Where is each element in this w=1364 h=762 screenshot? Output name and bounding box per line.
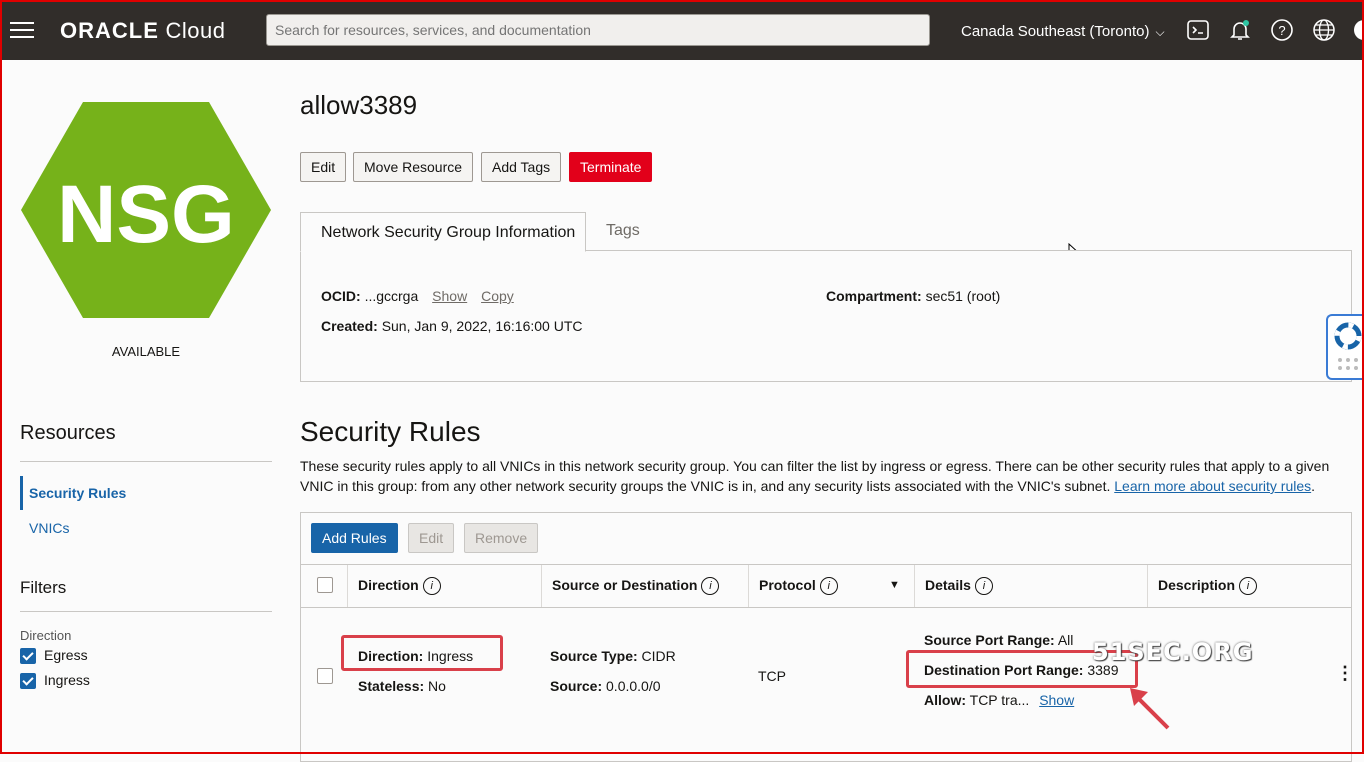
security-rules-heading: Security Rules [300,416,481,447]
column-details[interactable]: Details i [914,565,1147,607]
info-icon[interactable]: i [819,577,838,596]
ocid-field: OCID: ...gccrga Show Copy [321,288,514,304]
stateless-cell: Stateless: No [358,678,446,694]
remove-rule-button: Remove [464,523,539,553]
info-icon[interactable]: i [422,577,441,596]
source-cell: Source: 0.0.0.0/0 [550,678,661,694]
cloud-shell-icon[interactable] [1186,18,1210,42]
status-label: AVAILABLE [111,344,181,359]
sort-down-icon[interactable]: ▼ [889,565,900,605]
resource-item-security-rules[interactable]: Security Rules [20,476,270,510]
chevron-down-icon: ⌵ [1155,25,1165,39]
column-protocol[interactable]: Protocol i ▼ [748,565,914,607]
notifications-icon[interactable] [1228,18,1252,42]
edit-button[interactable]: Edit [300,152,347,182]
divider [20,461,272,462]
menu-icon[interactable] [10,22,34,38]
divider [20,611,272,612]
lifebuoy-icon [1334,322,1362,370]
resource-item-vnics[interactable]: VNICs [29,520,69,536]
info-icon[interactable]: i [974,577,993,596]
ocid-copy-link[interactable]: Copy [481,288,514,304]
help-icon[interactable]: ? [1270,18,1294,42]
table-header: Direction i Source or Destination i Protoc… [301,564,1351,608]
language-icon[interactable] [1312,18,1336,42]
source-type-cell: Source Type: CIDR [550,648,676,664]
info-icon[interactable]: i [1239,577,1258,596]
checkbox-checked-icon [20,648,36,665]
filters-heading: Filters [20,578,67,597]
info-icon[interactable]: i [701,577,720,596]
column-direction[interactable]: Direction i [347,565,541,607]
search-input[interactable] [266,14,930,46]
row-checkbox[interactable] [317,668,333,684]
top-navigation-bar: ORACLE Cloud Canada Southeast (Toronto)⌵… [0,0,1364,60]
resources-heading: Resources [20,422,116,444]
watermark-text: 51SEC.ORG [1092,638,1254,666]
protocol-cell: TCP [758,668,786,684]
highlight-box-direction [341,635,503,671]
filter-ingress-checkbox[interactable]: Ingress [20,672,90,690]
filter-egress-checkbox[interactable]: Egress [20,647,88,665]
ocid-show-link[interactable]: Show [432,288,467,304]
security-rules-description: These security rules apply to all VNICs … [300,458,1330,494]
nsg-info-panel: OCID: ...gccrga Show Copy Created: Sun, … [300,250,1352,382]
created-field: Created: Sun, Jan 9, 2022, 16:16:00 UTC [321,318,583,334]
allow-cell: Allow: TCP tra... Show [924,692,1075,708]
compartment-field: Compartment: sec51 (root) [826,288,1001,304]
source-port-range-cell: Source Port Range: All [924,632,1074,648]
row-actions-menu-icon[interactable]: ⋮ [1336,664,1354,682]
edit-rule-button: Edit [408,523,455,553]
region-selector[interactable]: Canada Southeast (Toronto) ⌵ [961,23,1165,40]
oracle-cloud-logo[interactable]: ORACLE Cloud [60,18,225,44]
move-resource-button[interactable]: Move Resource [353,152,474,182]
add-tags-button[interactable]: Add Tags [481,152,562,182]
annotation-arrow-icon [1130,688,1170,730]
column-source-destination[interactable]: Source or Destination i [541,565,748,607]
page-title: allow3389 [300,90,418,120]
profile-icon[interactable] [1352,18,1364,42]
add-rules-button[interactable]: Add Rules [311,523,398,553]
tab-tags[interactable]: Tags [606,222,640,240]
column-description[interactable]: Description i [1147,565,1351,607]
learn-more-link[interactable]: Learn more about security rules [1114,478,1311,494]
checkbox-checked-icon [20,673,36,690]
direction-filter-label: Direction [20,628,72,643]
select-all-checkbox[interactable] [317,577,333,593]
nsg-badge-text: NSG [57,169,235,260]
tab-nsg-information[interactable]: Network Security Group Information [300,212,586,252]
allow-show-link[interactable]: Show [1039,692,1074,708]
nsg-badge: NSG [21,102,271,318]
terminate-button[interactable]: Terminate [569,152,653,182]
help-widget[interactable] [1326,314,1364,380]
svg-text:?: ? [1278,23,1285,38]
